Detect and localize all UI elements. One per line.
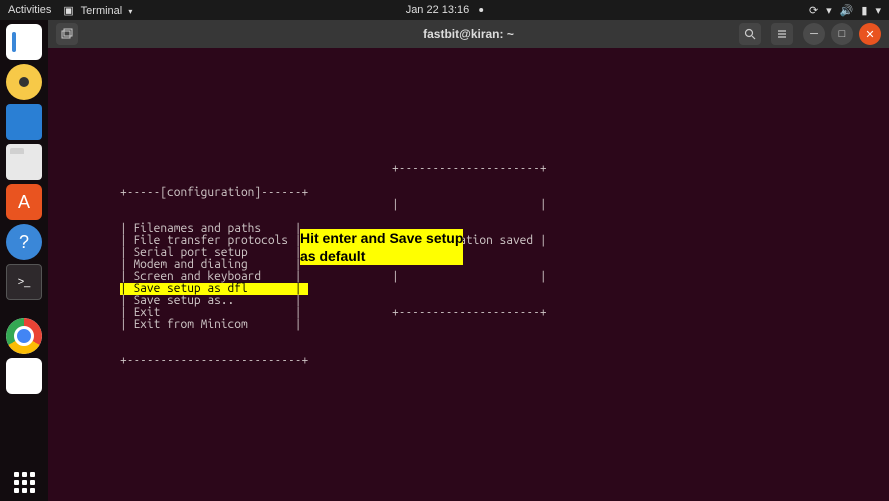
new-tab-button[interactable] — [56, 23, 78, 45]
menu-footer: +--------------------------+ — [120, 355, 308, 367]
files-icon[interactable] — [6, 144, 42, 180]
text-editor-icon[interactable] — [6, 24, 42, 60]
notification-dot-icon — [479, 8, 483, 12]
menu-item[interactable]: | Exit from Minicom | — [120, 319, 308, 331]
annotation-line2: as default — [300, 248, 365, 264]
hamburger-menu-button[interactable] — [771, 23, 793, 45]
terminal-icon[interactable]: >_ — [6, 264, 42, 300]
maximize-button[interactable]: □ — [831, 23, 853, 45]
search-button[interactable] — [739, 23, 761, 45]
new-tab-icon — [61, 28, 73, 40]
terminal-indicator-icon: ▣ — [63, 5, 73, 17]
battery-icon[interactable]: ▮ — [861, 4, 867, 17]
clock[interactable]: Jan 22 13:16 — [406, 4, 484, 16]
activities-button[interactable]: Activities — [8, 4, 51, 16]
popup-empty-row: | | — [392, 271, 547, 283]
minimize-button[interactable]: ─ — [803, 23, 825, 45]
close-button[interactable]: ✕ — [859, 23, 881, 45]
system-menu-arrow-icon[interactable]: ▾ — [875, 4, 881, 17]
window-titlebar: fastbit@kiran: ~ ─ □ ✕ — [48, 20, 889, 48]
annotation-line1: Hit enter and Save setup — [300, 230, 463, 246]
popup-border-top: +---------------------+ — [392, 163, 547, 175]
gnome-topbar: Activities ▣ Terminal Jan 22 13:16 ⟳ ▾ 🔊… — [0, 0, 889, 20]
dock: A ? >_ — [0, 20, 48, 501]
menu-header: +-----[configuration]------+ — [120, 187, 308, 199]
minicom-config-menu: +-----[configuration]------+ | Filenames… — [120, 163, 308, 391]
window-title: fastbit@kiran: ~ — [423, 27, 514, 41]
popup-empty-row: | | — [392, 199, 547, 211]
chrome-icon[interactable] — [6, 318, 42, 354]
show-applications-icon[interactable] — [14, 472, 35, 493]
wps-icon[interactable] — [6, 358, 42, 394]
hamburger-icon — [776, 28, 788, 40]
clock-text: Jan 22 13:16 — [406, 4, 470, 16]
software-center-icon[interactable]: A — [6, 184, 42, 220]
libreoffice-writer-icon[interactable] — [6, 104, 42, 140]
sync-icon[interactable]: ⟳ — [809, 4, 818, 17]
rhythmbox-icon[interactable] — [6, 64, 42, 100]
app-menu-label: Terminal — [81, 5, 123, 17]
terminal-window: fastbit@kiran: ~ ─ □ ✕ +----------------… — [48, 20, 889, 501]
annotation-callout: Hit enter and Save setup as default — [300, 229, 463, 265]
wifi-icon[interactable]: ▾ — [826, 4, 832, 17]
volume-icon[interactable]: 🔊 — [840, 4, 854, 17]
help-icon[interactable]: ? — [6, 224, 42, 260]
terminal-content[interactable]: +---------------------+ | | | Configurat… — [48, 48, 889, 501]
app-menu[interactable]: ▣ Terminal — [63, 4, 132, 17]
search-icon — [744, 28, 756, 40]
popup-border-bottom: +---------------------+ — [392, 307, 547, 319]
